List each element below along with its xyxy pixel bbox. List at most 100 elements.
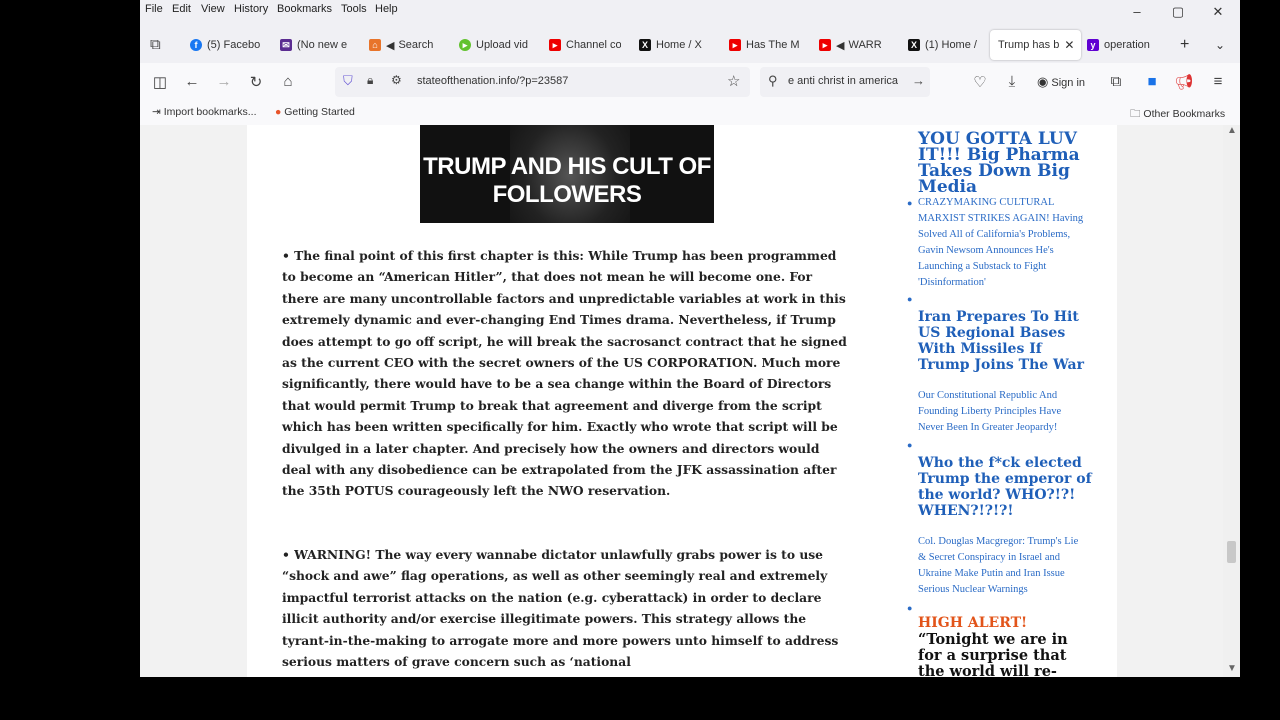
- search-input[interactable]: e anti christ in america: [788, 75, 913, 87]
- youtube-icon: ▸: [729, 39, 741, 51]
- tab-label: operation: [1104, 39, 1150, 51]
- youtube-icon: ▸: [819, 39, 831, 51]
- url-text[interactable]: stateofthenation.info/?p=23587: [417, 75, 568, 87]
- bookmarks-toolbar: ⇥ Import bookmarks... ● Getting Started …: [140, 101, 1240, 126]
- tab-has-the[interactable]: ▸ Has The M: [729, 30, 801, 60]
- forward-icon[interactable]: →: [214, 73, 234, 90]
- tab-label: Trump has b: [998, 39, 1060, 51]
- tab-channel[interactable]: ▸ Channel co: [549, 30, 621, 60]
- scrollbar-thumb[interactable]: [1227, 541, 1236, 563]
- extensions-icon[interactable]: ⧉: [1106, 73, 1126, 90]
- firefox-icon: ●: [275, 106, 282, 118]
- speaker-icon: ◀: [386, 39, 395, 52]
- scroll-up-icon[interactable]: ▲: [1227, 125, 1237, 136]
- tab-x-home-1[interactable]: X (1) Home /: [908, 30, 980, 60]
- bullet-icon: ●: [907, 294, 913, 304]
- minimize-button[interactable]: –: [1130, 4, 1144, 19]
- sidebar-headline-3[interactable]: Who the f*ck elected Trump the emperor o…: [918, 455, 1093, 519]
- tab-label: Home / X: [656, 39, 702, 51]
- tab-label: (No new e: [297, 39, 348, 51]
- scroll-down-icon[interactable]: ▼: [1227, 663, 1237, 674]
- navigation-bar: ◫ ← → ↻ ⌂ ⛉ 🔒︎ ⚙︎ stateofthenation.info/…: [140, 63, 1240, 101]
- facebook-icon: f: [190, 39, 202, 51]
- tab-warr[interactable]: ▸ ◀ WARR: [819, 30, 891, 60]
- tab-search[interactable]: ⌂ ◀ Search: [369, 30, 441, 60]
- hero-caption: TRUMP AND HIS CULT OF FOLLOWERS: [423, 153, 711, 208]
- sidebar-headline-1[interactable]: YOU GOTTA LUV IT!!! Big Pharma Takes Dow…: [918, 131, 1093, 196]
- sidebar-link-3[interactable]: Col. Douglas Macgregor: Trump's Lie & Se…: [918, 534, 1088, 598]
- sidebar-alert[interactable]: HIGH ALERT!: [918, 615, 1027, 631]
- home-icon[interactable]: ⌂: [278, 73, 298, 90]
- getting-started-link[interactable]: ● Getting Started: [275, 106, 355, 118]
- pocket-icon[interactable]: ♡: [970, 73, 990, 91]
- page-scrollbar[interactable]: ▲ ▼: [1223, 125, 1240, 677]
- article-paragraph-1: • The final point of this first chapter …: [282, 248, 847, 499]
- menu-help[interactable]: Help: [375, 3, 398, 15]
- sign-in-button[interactable]: ◉ Sign in: [1037, 74, 1085, 90]
- tab-operation[interactable]: y operation: [1087, 30, 1167, 60]
- bullet-icon: ●: [907, 198, 913, 208]
- tab-bar: f (5) Facebo ✉ (No new e ⌂ ◀ Search ▸ Upload …: [140, 30, 1240, 60]
- megaphone-icon[interactable]: 📢︎: [1174, 73, 1194, 91]
- menu-bookmarks[interactable]: Bookmarks: [277, 3, 332, 15]
- sidebar-headline-2[interactable]: Iran Prepares To Hit US Regional Bases W…: [918, 309, 1093, 373]
- folder-icon: 🗀: [1130, 108, 1141, 120]
- account-icon: ◉: [1037, 74, 1049, 89]
- downloads-icon[interactable]: ⤓: [1002, 73, 1022, 90]
- tab-label: Search: [398, 39, 434, 51]
- maximize-button[interactable]: ▢: [1171, 4, 1185, 20]
- bullet-icon: ●: [907, 440, 913, 450]
- menu-edit[interactable]: Edit: [172, 3, 191, 15]
- new-tab-icon[interactable]: +: [1180, 30, 1189, 60]
- search-page-icon: ⌂: [369, 39, 381, 51]
- tab-mail[interactable]: ✉ (No new e: [280, 30, 352, 60]
- web-page: TRUMP AND HIS CULT OF FOLLOWERS • The fi…: [140, 125, 1230, 677]
- back-icon[interactable]: ←: [182, 73, 202, 90]
- tab-label: Has The M: [746, 39, 800, 51]
- mail-icon: ✉: [280, 39, 292, 51]
- search-bar[interactable]: ⚲ e anti christ in america →: [760, 67, 930, 97]
- tab-list-icon[interactable]: ⌄: [1215, 30, 1225, 60]
- menu-tools[interactable]: Tools: [341, 3, 367, 15]
- tab-label: Channel co: [566, 39, 621, 51]
- rumble-icon: ▸: [459, 39, 471, 51]
- article-paragraph-2: • WARNING! The way every wannabe dictato…: [282, 547, 839, 670]
- menu-history[interactable]: History: [234, 3, 268, 15]
- go-arrow-icon[interactable]: →: [912, 73, 925, 88]
- bullet-icon: ●: [907, 603, 913, 613]
- menu-hamburger-icon[interactable]: ≡: [1208, 73, 1228, 90]
- extension-badge-icon[interactable]: ■: [1142, 73, 1162, 90]
- other-bookmarks-folder[interactable]: 🗀 Other Bookmarks: [1130, 106, 1225, 124]
- tab-facebook[interactable]: f (5) Facebo: [190, 30, 262, 60]
- browser-window: File Edit View History Bookmarks Tools H…: [140, 0, 1240, 677]
- sidebar-link-2[interactable]: Our Constitutional Republic And Founding…: [918, 388, 1088, 436]
- import-icon: ⇥: [152, 106, 161, 118]
- page-content: TRUMP AND HIS CULT OF FOLLOWERS • The fi…: [247, 125, 1117, 677]
- bookmark-star-icon[interactable]: ☆: [727, 72, 740, 90]
- menu-view[interactable]: View: [201, 3, 225, 15]
- tab-label: (1) Home /: [925, 39, 977, 51]
- article-hero-image: TRUMP AND HIS CULT OF FOLLOWERS: [420, 125, 714, 223]
- url-bar[interactable]: ⛉ 🔒︎ ⚙︎ stateofthenation.info/?p=23587 ☆: [335, 67, 750, 97]
- tab-upload[interactable]: ▸ Upload vid: [459, 30, 531, 60]
- close-tab-icon[interactable]: ✕: [1064, 38, 1074, 52]
- tab-trump-active[interactable]: Trump has b ✕: [990, 30, 1081, 60]
- close-window-button[interactable]: ✕: [1211, 4, 1225, 20]
- x-icon: X: [639, 39, 651, 51]
- reload-icon[interactable]: ↻: [246, 73, 266, 91]
- menu-file[interactable]: File: [145, 3, 163, 15]
- tab-label: Upload vid: [476, 39, 528, 51]
- lock-icon[interactable]: 🔒︎: [367, 73, 373, 88]
- sidebar-quote[interactable]: “Tonight we are in for a surprise that t…: [918, 632, 1088, 678]
- sidebar-link-1[interactable]: CRAZYMAKING CULTURAL MARXIST STRIKES AGA…: [918, 195, 1088, 291]
- sidebar-icon[interactable]: ◫: [150, 73, 170, 91]
- import-bookmarks-link[interactable]: ⇥ Import bookmarks...: [152, 106, 257, 118]
- tab-x-home[interactable]: X Home / X: [639, 30, 711, 60]
- yahoo-icon: y: [1087, 39, 1099, 51]
- tab-label: WARR: [848, 39, 882, 51]
- permissions-icon[interactable]: ⚙︎: [391, 73, 402, 87]
- import-bookmarks-label: Import bookmarks...: [163, 106, 257, 118]
- search-icon: ⚲: [768, 73, 778, 88]
- getting-started-label: Getting Started: [284, 106, 355, 118]
- shield-icon[interactable]: ⛉: [343, 73, 353, 89]
